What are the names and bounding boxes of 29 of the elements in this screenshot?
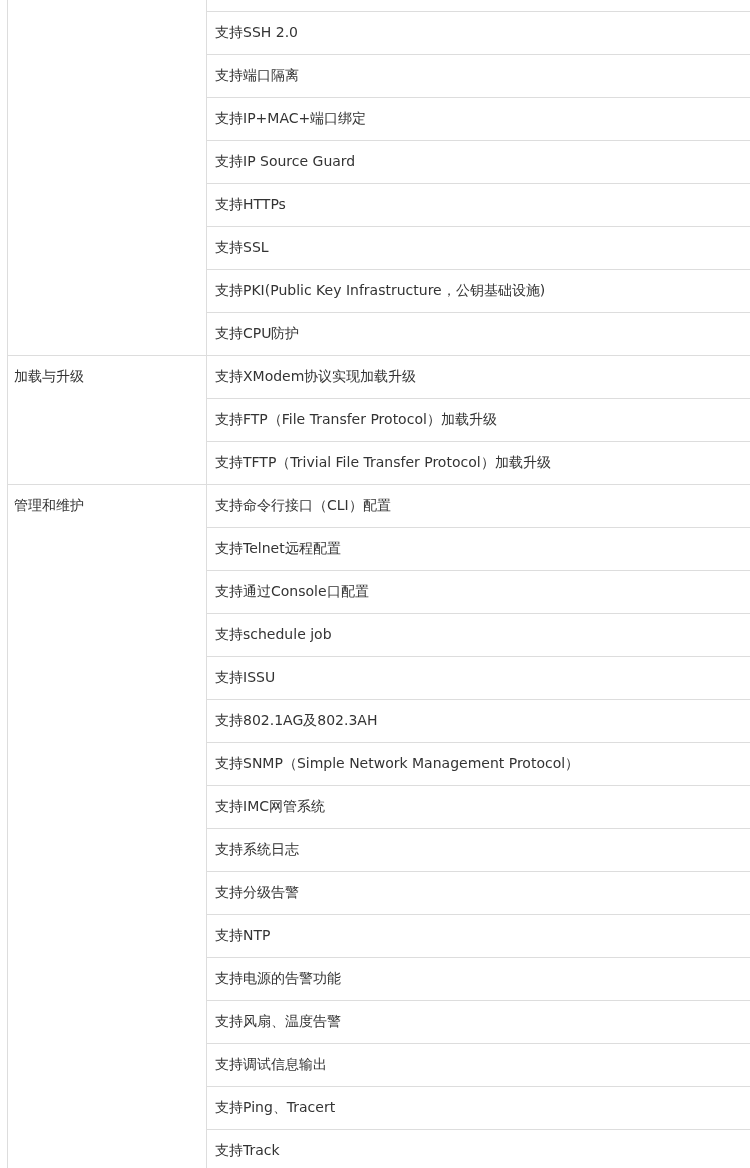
feature-cell: 支持IP+MAC+端口绑定: [215, 110, 367, 128]
feature-cell: 支持XModem协议实现加载升级: [215, 368, 417, 386]
feature-cell: 支持系统日志: [215, 841, 299, 859]
feature-cell: 支持PKI(Public Key Infrastructure，公钥基础设施): [215, 282, 546, 300]
feature-cell: 支持电源的告警功能: [215, 970, 341, 988]
feature-cell: 支持通过Console口配置: [215, 583, 369, 601]
category-cell: 管理和维护: [14, 497, 84, 513]
feature-cell: 支持端口隔离: [215, 67, 299, 85]
feature-cell: 支持FTP（File Transfer Protocol）加载升级: [215, 411, 497, 429]
feature-cell: 支持schedule job: [215, 626, 332, 644]
feature-cell: 支持ISSU: [215, 669, 276, 687]
feature-cell: 支持风扇、温度告警: [215, 1013, 341, 1031]
feature-cell: 支持命令行接口（CLI）配置: [215, 497, 391, 515]
feature-cell: 支持Track: [215, 1142, 280, 1160]
feature-cell: 支持HTTPs: [215, 196, 286, 214]
feature-cell: 支持调试信息输出: [215, 1056, 327, 1074]
feature-cell: 支持分级告警: [215, 884, 299, 902]
feature-cell: 支持802.1AG及802.3AH: [215, 712, 378, 730]
feature-cell: 支持TFTP（Trivial File Transfer Protocol）加载升级: [215, 454, 551, 472]
feature-cell: 支持IP Source Guard: [215, 153, 356, 171]
category-cell: 加载与升级: [14, 368, 84, 384]
feature-cell: 支持SNMP（Simple Network Management Protocol）: [215, 755, 580, 773]
feature-cell: 支持Telnet远程配置: [215, 540, 341, 558]
feature-cell: 支持Ping、Tracert: [215, 1099, 336, 1117]
feature-cell: 支持IMC网管系统: [215, 798, 325, 816]
feature-cell: 支持SSH 2.0: [215, 24, 298, 42]
feature-cell: 支持NTP: [215, 927, 271, 945]
feature-cell: 支持CPU防护: [215, 325, 300, 343]
feature-cell: 支持SSL: [215, 239, 269, 257]
